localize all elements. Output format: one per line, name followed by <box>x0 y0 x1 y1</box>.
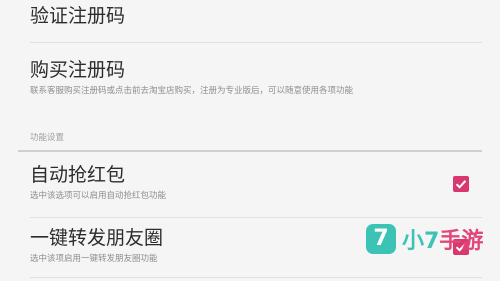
pref-verify-code[interactable]: 验证注册码 <box>30 4 480 28</box>
watermark-logo: 7 小7 手游 <box>366 223 483 255</box>
pref-auto-grab-title: 自动抢红包 <box>30 164 126 186</box>
auto-grab-checkbox[interactable] <box>453 176 469 192</box>
xiao7-logo-char: 7 <box>373 226 389 251</box>
divider <box>30 277 482 278</box>
divider <box>30 217 482 218</box>
category-header: 功能设置 <box>30 133 65 143</box>
pref-buy-code[interactable]: 购买注册码 联系客服购买注册码或点击前去淘宝店购买，注册为专业版后，可以随意使用… <box>30 58 480 97</box>
pref-auto-grab-summary: 选中该选项可以启用自动抢红包功能 <box>30 191 167 201</box>
category-divider <box>18 150 482 152</box>
pref-auto-grab[interactable]: 自动抢红包 选中该选项可以启用自动抢红包功能 <box>30 163 480 202</box>
pref-verify-code-title: 验证注册码 <box>30 5 126 27</box>
divider <box>30 42 482 43</box>
settings-screen: 验证注册码 购买注册码 联系客服购买注册码或点击前去淘宝店购买，注册为专业版后，… <box>0 0 500 281</box>
pref-buy-code-title: 购买注册码 <box>30 59 126 81</box>
watermark-text: 小7 手游 <box>402 223 483 255</box>
watermark-text-part1: 小7 <box>402 229 440 254</box>
watermark-text-part2: 手游 <box>439 229 484 254</box>
xiao7-logo-icon: 7 <box>366 224 396 254</box>
pref-buy-code-summary: 联系客服购买注册码或点击前去淘宝店购买，注册为专业版后，可以随意使用各项功能 <box>30 86 354 96</box>
checkmark-icon <box>455 180 467 189</box>
